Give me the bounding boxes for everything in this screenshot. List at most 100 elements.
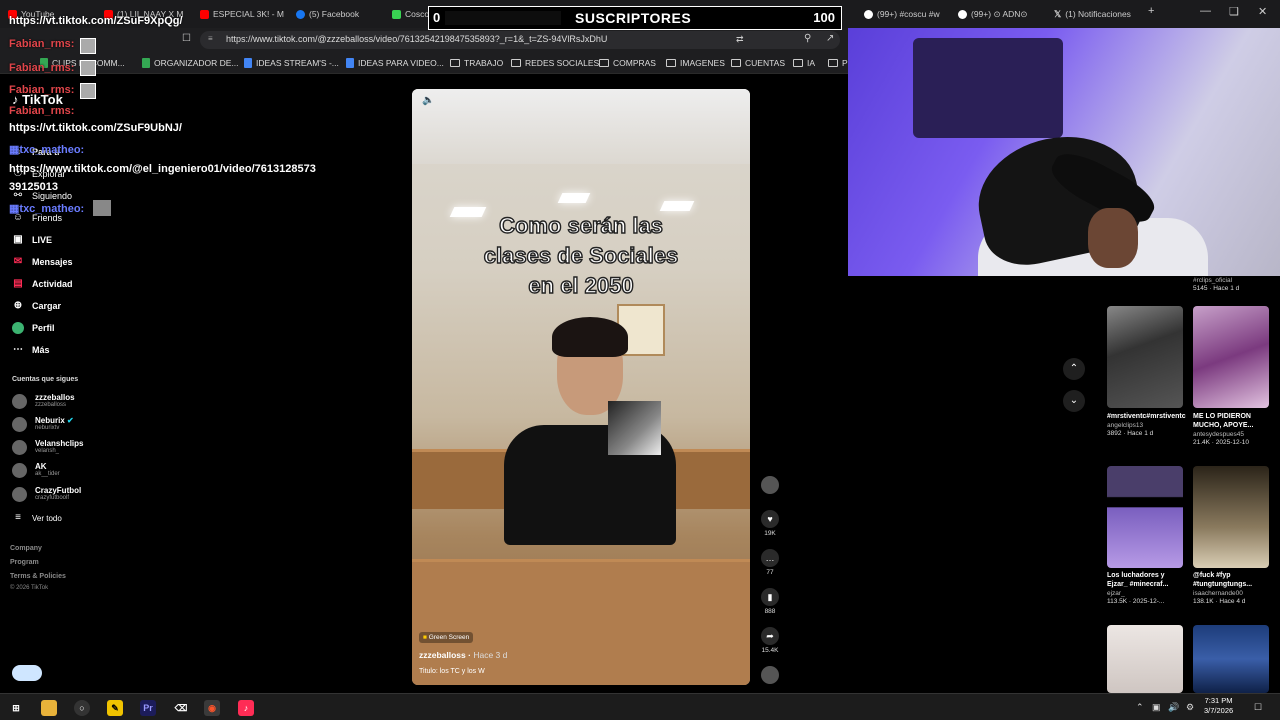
- premiere-icon[interactable]: Pr: [140, 700, 156, 716]
- toggle-widget[interactable]: [12, 665, 42, 681]
- browser-tab[interactable]: (99+) #coscu #w: [860, 5, 948, 23]
- bookmark-folder[interactable]: CUENTAS: [731, 58, 785, 68]
- related-thumbnail[interactable]: [1107, 625, 1183, 693]
- file-explorer-icon[interactable]: [41, 700, 57, 716]
- bookmark-label: IDEAS STREAM'S -...: [256, 58, 339, 68]
- caption-line: Como serán las: [498, 212, 663, 238]
- related-video-info[interactable]: #mrstiventc#mrstiventc angelclips13 3892…: [1107, 412, 1186, 437]
- bookmark-folder[interactable]: P: [828, 58, 848, 68]
- nav-activity[interactable]: ▤ Actividad: [12, 278, 72, 290]
- share-button[interactable]: ➦ 15.4K: [760, 627, 780, 654]
- nav-live[interactable]: ▣ LIVE: [12, 234, 52, 246]
- bookmark-folder[interactable]: COMPRAS: [599, 58, 656, 68]
- related-stats: 113.5K · 2025-12-...: [1107, 598, 1165, 605]
- footer-copyright: © 2026 TikTok: [10, 585, 49, 591]
- nav-profile[interactable]: Perfil: [12, 322, 55, 334]
- account-handle: velansh_: [35, 448, 60, 454]
- related-thumbnail[interactable]: [1107, 306, 1183, 408]
- bookmark-folder[interactable]: IMAGENES: [666, 58, 725, 68]
- followed-account[interactable]: zzzeballos zzzeballoss: [12, 393, 75, 409]
- url-field[interactable]: ≡ https://www.tiktok.com/@zzzeballoss/vi…: [200, 31, 840, 49]
- browser-tab[interactable]: Cosco: [388, 5, 430, 23]
- comment-button[interactable]: … 77: [760, 549, 780, 576]
- share-icon[interactable]: ↗: [826, 33, 834, 44]
- browser-tab[interactable]: ESPECIAL 3K! - M: [196, 5, 288, 23]
- related-stats: 5145 · Hace 1 d: [1193, 285, 1240, 292]
- browser-tab[interactable]: 𝕏 (1) Notificaciones: [1050, 5, 1146, 23]
- related-user: isaachernande00: [1193, 590, 1243, 597]
- tiktok-app-icon[interactable]: ♪: [238, 700, 254, 716]
- zoom-icon[interactable]: ⚲: [804, 33, 811, 44]
- related-thumbnail[interactable]: [1193, 625, 1269, 693]
- minimize-button[interactable]: —: [1200, 5, 1211, 17]
- related-thumbnail[interactable]: [1193, 466, 1269, 568]
- related-thumbnail[interactable]: [1107, 466, 1183, 568]
- close-window-button[interactable]: ✕: [1258, 5, 1267, 18]
- bookmark-folder[interactable]: IA: [793, 58, 815, 68]
- url-text: https://www.tiktok.com/@zzzeballoss/vide…: [226, 34, 608, 44]
- settings-gear-icon[interactable]: ⚙: [1186, 702, 1194, 713]
- footer-program-link[interactable]: Program: [10, 559, 39, 566]
- docs-icon: [244, 58, 252, 68]
- obs-icon[interactable]: ○: [74, 700, 90, 716]
- previous-video-button[interactable]: ⌃: [1063, 358, 1085, 380]
- message-icon: ✉: [13, 256, 23, 267]
- like-button[interactable]: ♥ 19K: [760, 510, 780, 537]
- chat-line: ▦txc_matheo:: [9, 143, 84, 156]
- notification-icon[interactable]: ☐: [1254, 702, 1262, 713]
- nav-more[interactable]: ⋯ Más: [12, 344, 50, 356]
- capcut-icon[interactable]: ⌫: [173, 700, 189, 716]
- like-count: 19K: [764, 530, 776, 537]
- see-all-link[interactable]: ≡ Ver todo: [12, 512, 62, 524]
- tray-overflow-icon[interactable]: ⌃: [1136, 702, 1144, 713]
- sheets-icon: [142, 58, 150, 68]
- related-video-info[interactable]: Los luchadores y Ejzar_ #minecraf... ejz…: [1107, 571, 1183, 605]
- maximize-button[interactable]: ❑: [1229, 5, 1239, 18]
- bookmark-folder[interactable]: REDES SOCIALES: [511, 58, 599, 68]
- followed-account[interactable]: Neburix ✔ neburixtv: [12, 416, 74, 432]
- volume-icon[interactable]: 🔈: [422, 95, 434, 106]
- bookmark-item[interactable]: IDEAS PARA VIDEO...: [346, 58, 444, 68]
- related-video-info[interactable]: #rclips_oficial 5145 · Hace 1 d: [1193, 276, 1239, 292]
- bookmark-item[interactable]: ORGANIZADOR DE...: [142, 58, 239, 68]
- music-disc-icon: [761, 666, 779, 684]
- bookmark-item[interactable]: IDEAS STREAM'S -...: [244, 58, 339, 68]
- effect-chip[interactable]: ■ Green Screen: [419, 632, 474, 643]
- browser-tab[interactable]: (5) Facebook: [292, 5, 384, 23]
- network-icon[interactable]: ▣: [1152, 702, 1161, 713]
- save-button[interactable]: ▮ 888: [760, 588, 780, 615]
- related-video-info[interactable]: ME LO PIDIERON MUCHO, APOYE... antesydes…: [1193, 412, 1269, 446]
- kick-icon: [392, 9, 401, 19]
- chat-badge-icon: ▦: [9, 203, 20, 215]
- nav-messages[interactable]: ✉ Mensajes: [12, 256, 73, 268]
- windows-start-icon[interactable]: ⊞: [8, 700, 24, 716]
- video-player[interactable]: 🔈 Como serán las clases de Sociales en e…: [412, 89, 750, 685]
- nav-upload[interactable]: ⊕ Cargar: [12, 300, 61, 312]
- site-settings-icon[interactable]: ≡: [208, 34, 213, 43]
- folder-icon: [828, 59, 838, 67]
- next-video-button[interactable]: ⌄: [1063, 390, 1085, 412]
- followed-account[interactable]: CrazyFutbol crazyfutboolf: [12, 486, 81, 502]
- footer-terms-link[interactable]: Terms & Policies: [10, 573, 66, 580]
- volume-tray-icon[interactable]: 🔊: [1168, 702, 1179, 713]
- new-tab-button[interactable]: +: [1148, 5, 1154, 17]
- translate-icon[interactable]: ⇄: [736, 34, 744, 45]
- music-disc-button[interactable]: [760, 666, 780, 684]
- account-handle: neburixtv: [35, 425, 60, 431]
- clock[interactable]: 7:31 PM 3/7/2026: [1204, 696, 1233, 716]
- footer-company-link[interactable]: Company: [10, 545, 42, 552]
- video-author[interactable]: zzzeballoss · Hace 3 d: [419, 650, 507, 660]
- video-lamp: [659, 201, 695, 211]
- bookmark-icon[interactable]: ☐: [182, 33, 191, 44]
- creator-avatar-button[interactable]: [760, 476, 780, 494]
- avatar: [12, 486, 27, 502]
- followed-account[interactable]: Velanshclips velansh_: [12, 439, 83, 455]
- followed-account[interactable]: AK ak__tider: [12, 462, 60, 478]
- related-video-info[interactable]: @fuck #fyp #tungtungtungs... isaachernan…: [1193, 571, 1269, 605]
- browser-tab[interactable]: (99+) ⊙ ADN⊙: [954, 5, 1046, 23]
- brave-icon[interactable]: ◉: [204, 700, 220, 716]
- sticky-app-icon[interactable]: ✎: [107, 700, 123, 716]
- related-thumbnail[interactable]: [1193, 306, 1269, 408]
- bookmark-folder[interactable]: TRABAJO: [450, 58, 503, 68]
- chat-username: Fabian_rms:: [9, 84, 75, 96]
